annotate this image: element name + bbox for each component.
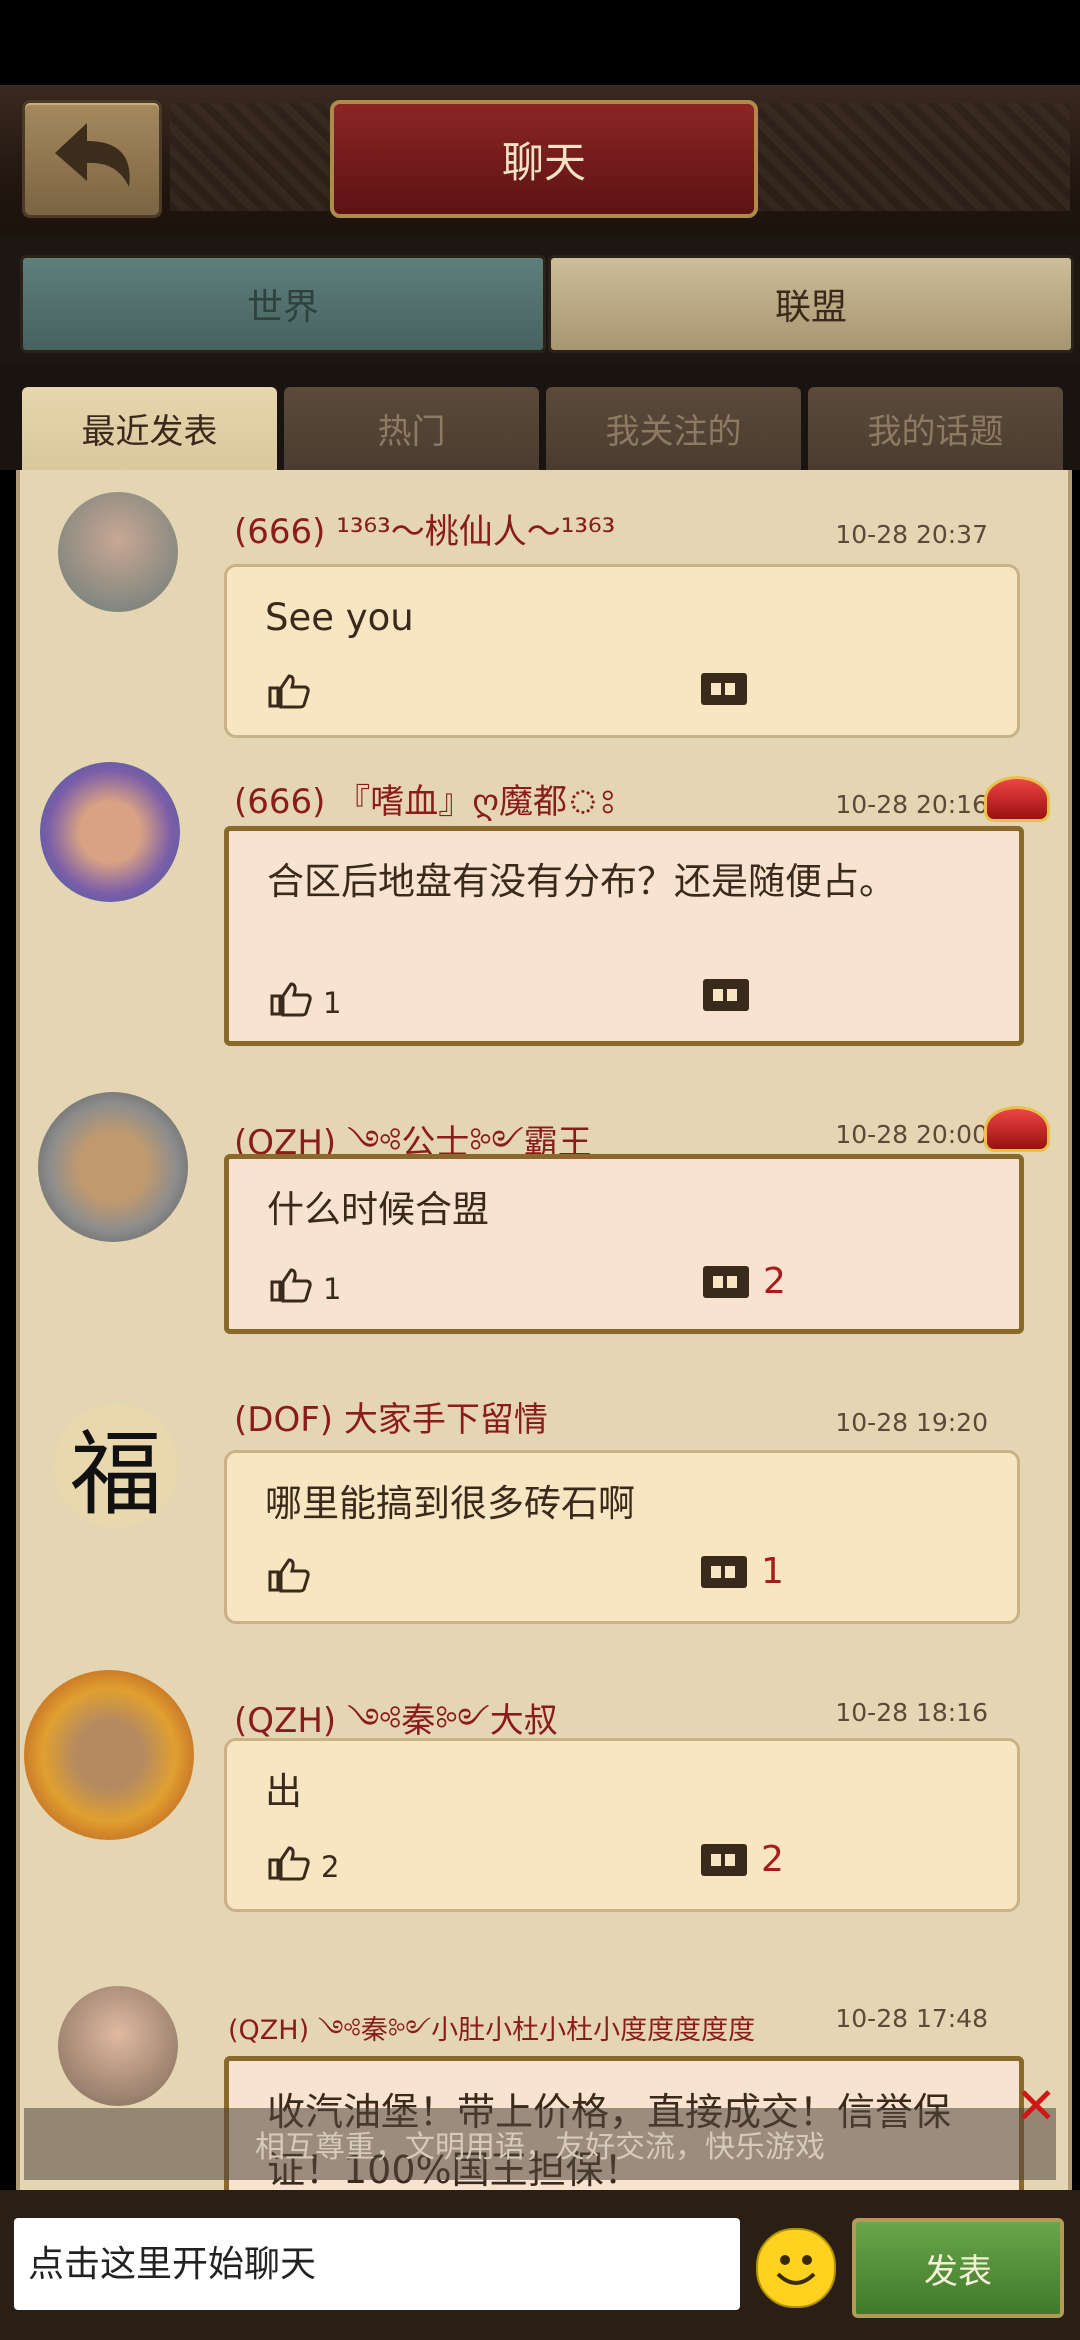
post-text: See you [265,596,414,639]
comment-button[interactable] [701,673,761,705]
avatar[interactable] [38,1092,188,1242]
send-button[interactable]: 发表 [852,2218,1064,2318]
post-bubble[interactable]: See you [224,564,1020,738]
thumbs-up-icon [267,673,311,716]
post-text: 合区后地盘有没有分布？还是随便占。 [267,860,896,903]
comment-count: 2 [761,1839,784,1880]
comment-icon [701,673,747,705]
post-time: 10-28 17:48 [835,2004,988,2033]
post-username[interactable]: (666) ¹³⁶³～桃仙人～¹³⁶³ [234,504,615,553]
close-icon[interactable]: ✕ [1012,2081,1060,2131]
comment-icon [701,1555,747,1588]
like-count: 1 [323,1271,342,1306]
comment-button[interactable]: 2 [701,1839,784,1880]
post-text: 出 [265,1770,302,1813]
comment-icon [703,979,749,1011]
post-time: 10-28 20:16 [835,790,988,819]
like-button[interactable] [267,673,321,716]
post-time: 10-28 19:20 [835,1408,988,1437]
post-bubble[interactable]: 出 2 2 [224,1738,1020,1912]
emoji-button[interactable] [756,2228,836,2308]
post-text: 哪里能搞到很多砖石啊 [265,1482,635,1525]
post-bubble[interactable]: 合区后地盘有没有分布？还是随便占。 1 [224,826,1024,1046]
page-title: 聊天 [330,100,758,218]
comment-count: 2 [763,1261,786,1302]
tab-recent[interactable]: 最近发表 [22,387,277,470]
thumbs-up-icon [269,1267,313,1310]
crown-icon [984,1106,1050,1152]
post-list[interactable]: (666) ¹³⁶³～桃仙人～¹³⁶³ 10-28 20:37 See you … [16,470,1072,2190]
avatar[interactable] [58,1986,178,2106]
comment-icon [703,1265,749,1298]
tab-world[interactable]: 世界 [20,255,546,353]
post-bubble[interactable]: 什么时候合盟 1 2 [224,1154,1024,1334]
post-bubble[interactable]: 哪里能搞到很多砖石啊 1 [224,1450,1020,1624]
tab-following[interactable]: 我关注的 [546,387,801,470]
avatar[interactable] [58,492,178,612]
comment-button[interactable]: 1 [701,1551,784,1592]
smiley-icon [776,2255,816,2285]
comment-button[interactable]: 2 [703,1261,786,1302]
tab-my-topics[interactable]: 我的话题 [808,387,1063,470]
like-count: 1 [323,985,342,1020]
crown-icon [984,776,1050,822]
post-username[interactable]: (DOF) 大家手下留情 [234,1392,548,1441]
like-count: 2 [321,1849,340,1884]
chat-rules-notice: 相互尊重，文明用语，友好交流，快乐游戏 [24,2108,1056,2180]
post-text: 什么时候合盟 [267,1188,489,1231]
post-time: 10-28 18:16 [835,1698,988,1727]
main-tab-bar: 世界 联盟 [0,235,1080,365]
tab-hot[interactable]: 热门 [284,387,539,470]
back-arrow-icon [55,123,130,187]
avatar[interactable] [40,762,180,902]
back-button[interactable] [22,100,162,218]
sub-tab-bar: 最近发表 热门 我关注的 我的话题 [0,365,1080,470]
thumbs-up-icon [267,1845,311,1888]
comment-button[interactable] [703,979,763,1011]
post-username[interactable]: (666) 『嗜血』ღ魔都ঃ [234,774,617,833]
like-button[interactable]: 2 [267,1845,339,1888]
comment-icon [701,1843,747,1876]
comment-count: 1 [761,1551,784,1592]
avatar[interactable] [24,1670,194,1840]
avatar[interactable]: 福 [54,1404,178,1528]
tab-alliance[interactable]: 联盟 [548,255,1074,353]
chat-input[interactable] [14,2218,740,2310]
post-time: 10-28 20:00 [835,1120,988,1149]
like-button[interactable]: 1 [269,1267,341,1310]
header-ornament-right [740,103,1070,211]
like-button[interactable]: 1 [269,981,341,1024]
thumbs-up-icon [269,981,313,1024]
thumbs-up-icon [267,1557,311,1600]
post-time: 10-28 20:37 [835,520,988,549]
chat-input-bar: 发表 [0,2190,1080,2340]
like-button[interactable] [267,1557,321,1600]
